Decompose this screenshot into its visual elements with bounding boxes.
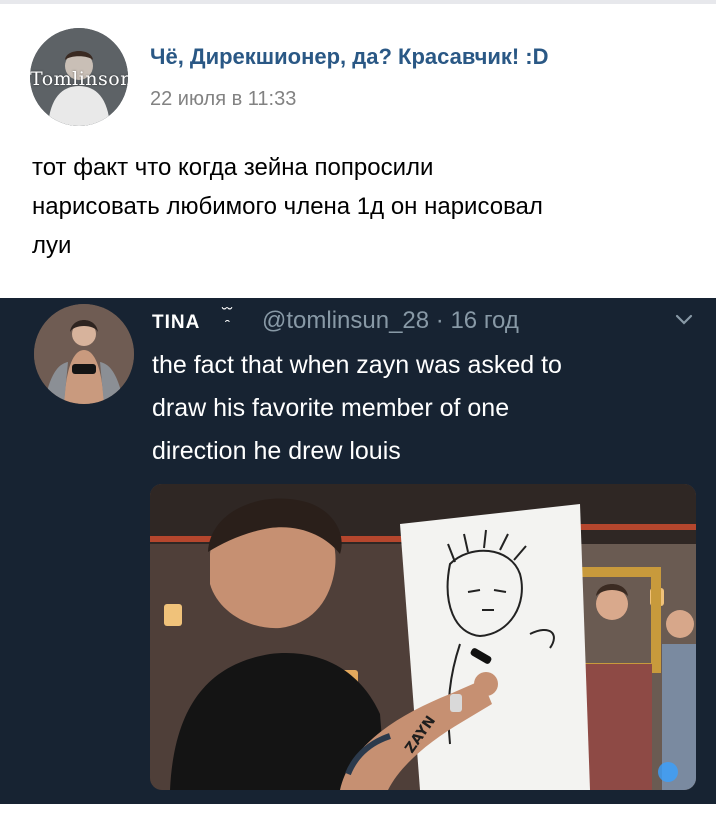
avatar-overlay-text: Tomlinson <box>30 68 128 90</box>
tweet-text-line: the fact that when zayn was asked to <box>152 351 562 379</box>
tweet-screenshot[interactable]: TINA ˘̯˘ @tomlinsun_28 · 16 год the fact… <box>0 298 716 804</box>
tweet-avatar-image <box>34 304 134 404</box>
tweet-text: the fact that when zayn was asked to dra… <box>152 344 692 473</box>
post-text-line: тот факт что когда зейна попросили <box>32 154 434 181</box>
tweet-avatar <box>34 304 134 404</box>
tweet-text-line: draw his favorite member of one <box>152 394 510 422</box>
author-avatar[interactable]: Tomlinson <box>30 28 128 126</box>
post-header: Tomlinson Чё, Дирекшионер, да? Красавчик… <box>30 28 690 128</box>
chevron-down-icon[interactable] <box>674 312 694 328</box>
post-author-link[interactable]: Чё, Дирекшионер, да? Красавчик! :D <box>150 44 549 70</box>
tweet-name-emoji: ˘̯˘ <box>222 306 233 323</box>
tweet-display-name[interactable]: TINA <box>152 312 200 334</box>
tweet-handle-and-age[interactable]: @tomlinsun_28 · 16 год <box>262 307 519 335</box>
vk-post-page: Tomlinson Чё, Дирекшионер, да? Красавчик… <box>0 0 716 818</box>
photo-scene: ZAYN <box>150 484 696 790</box>
post-text-line: луи <box>32 232 72 259</box>
tweet-text-line: direction he drew louis <box>152 437 401 465</box>
post-text: тот факт что когда зейна попросили нарис… <box>32 148 692 265</box>
tweet-photo[interactable]: ZAYN <box>150 484 696 790</box>
post-text-line: нарисовать любимого члена 1д он нарисова… <box>32 193 543 220</box>
post-timestamp[interactable]: 22 июля в 11:33 <box>150 88 296 111</box>
bottom-divider <box>0 804 716 818</box>
top-divider <box>0 0 716 4</box>
